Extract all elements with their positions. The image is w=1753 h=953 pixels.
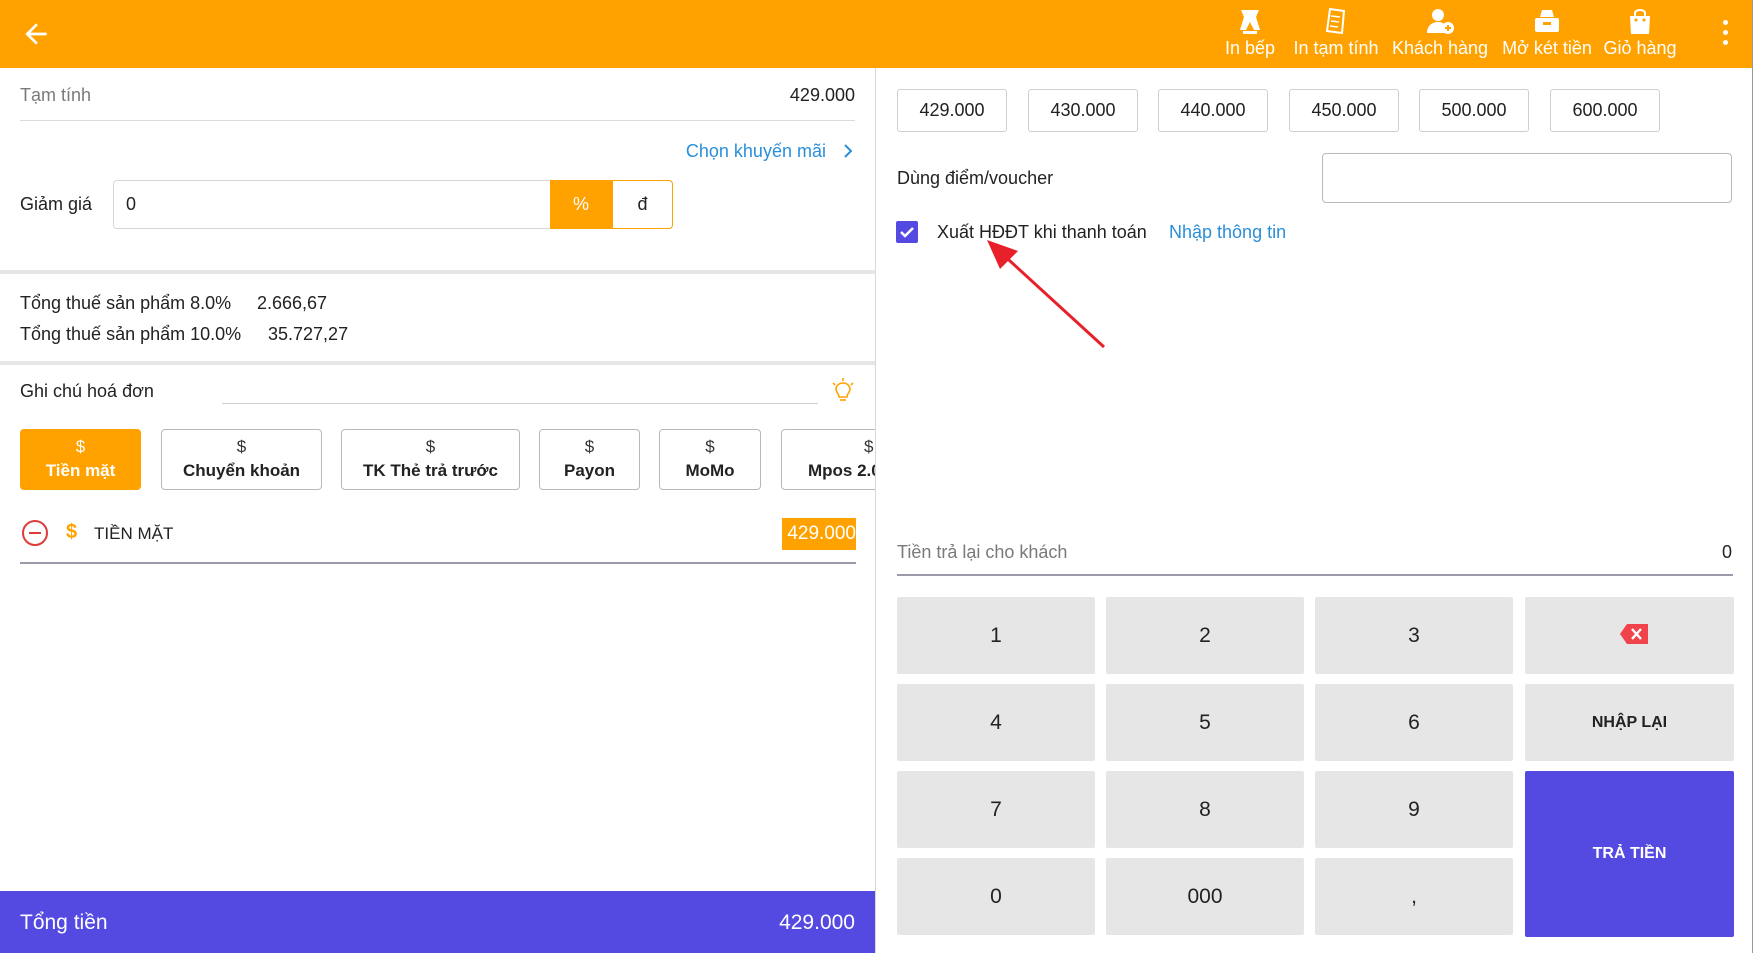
section-divider <box>0 270 875 274</box>
payment-method-label: Payon <box>563 461 616 480</box>
print-kitchen-button[interactable]: In bếp <box>1222 6 1278 64</box>
keypad-1[interactable]: 1 <box>897 597 1095 674</box>
discount-input[interactable] <box>113 180 550 229</box>
cash-drawer-icon <box>1535 10 1559 32</box>
subtotal-label: Tạm tính <box>20 85 92 105</box>
open-cash-drawer-label: Mở két tiền <box>1502 38 1592 58</box>
dollar-icon: $ <box>236 437 247 456</box>
payment-method-label: Tiền mặt <box>45 461 116 480</box>
keypad-6[interactable]: 6 <box>1315 684 1513 761</box>
keypad-0[interactable]: 0 <box>897 858 1095 935</box>
payment-method-prepaid-card[interactable]: $ TK Thẻ trả trước <box>341 429 520 490</box>
dollar-icon: $ <box>584 437 595 456</box>
discount-label: Giảm giá <box>20 194 93 214</box>
einvoice-checkbox[interactable] <box>896 221 918 243</box>
discount-percent-toggle[interactable]: % <box>550 180 612 229</box>
pay-button[interactable]: TRẢ TIỀN <box>1525 771 1734 937</box>
quick-amount-button[interactable]: 600.000 <box>1550 89 1660 132</box>
payment-method-cash[interactable]: $ Tiền mặt <box>20 429 141 490</box>
voucher-label: Dùng điểm/voucher <box>897 168 1054 188</box>
customer-label: Khách hàng <box>1391 38 1489 58</box>
change-label: Tiền trả lại cho khách <box>897 542 1068 562</box>
top-bar: In bếp In tạm tính Khách hàng Mở két tiề… <box>0 0 1753 68</box>
choose-promotion-label: Chọn khuyến mãi <box>685 141 826 161</box>
payment-panel: 429.000 430.000 440.000 450.000 500.000 … <box>875 68 1752 953</box>
total-value: 429.000 <box>779 911 855 934</box>
quick-amount-button[interactable]: 440.000 <box>1158 89 1268 132</box>
subtotal-value: 429.000 <box>789 85 855 105</box>
order-summary-panel: Tạm tính 429.000 Chọn khuyến mãi Giảm gi… <box>0 68 891 953</box>
reset-button[interactable]: NHẬP LẠI <box>1525 684 1734 761</box>
payment-method-label: Mpos 2.0 <box>808 461 881 480</box>
quick-amount-button[interactable]: 430.000 <box>1028 89 1138 132</box>
print-draft-label: In tạm tính <box>1293 38 1379 58</box>
shopping-bag-icon <box>1630 9 1650 34</box>
dollar-icon: $ <box>705 437 715 456</box>
payment-method-label: MoMo <box>685 461 735 480</box>
payment-method-momo[interactable]: $ MoMo <box>659 429 761 490</box>
quick-amount-button[interactable]: 500.000 <box>1419 89 1529 132</box>
keypad-2[interactable]: 2 <box>1106 597 1304 674</box>
divider <box>20 120 855 121</box>
tax-8-label: Tổng thuế sản phẩm 8.0% <box>20 293 232 313</box>
selected-payment-name: TIỀN MẶT <box>94 524 174 543</box>
dollar-icon: $ <box>75 437 86 456</box>
payment-method-label: Chuyển khoản <box>182 461 301 480</box>
total-label: Tổng tiền <box>20 911 108 934</box>
dollar-icon: $ <box>66 521 78 543</box>
amount-underline <box>20 562 856 564</box>
chevron-right-icon <box>844 144 853 158</box>
quick-amount-button[interactable]: 429.000 <box>897 89 1007 132</box>
change-underline <box>897 574 1733 576</box>
choose-promotion-link[interactable]: Chọn khuyến mãi <box>686 141 855 162</box>
keypad-3[interactable]: 3 <box>1315 597 1513 674</box>
invoice-note-input[interactable] <box>222 403 818 404</box>
check-icon <box>900 227 914 238</box>
chef-icon <box>1240 10 1260 34</box>
add-user-icon <box>1427 9 1454 34</box>
backspace-icon <box>1620 624 1648 644</box>
dollar-icon: $ <box>425 437 436 456</box>
keypad-5[interactable]: 5 <box>1106 684 1304 761</box>
keypad-7[interactable]: 7 <box>897 771 1095 848</box>
keypad-4[interactable]: 4 <box>897 684 1095 761</box>
keypad-8[interactable]: 8 <box>1106 771 1304 848</box>
annotation-arrow <box>987 240 1106 349</box>
section-divider <box>0 361 875 365</box>
tax-10-label: Tổng thuế sản phẩm 10.0% <box>20 324 242 344</box>
discount-currency-toggle[interactable]: đ <box>612 180 673 229</box>
invoice-note-label: Ghi chú hoá đơn <box>20 381 154 401</box>
payment-method-transfer[interactable]: $ Chuyển khoản <box>161 429 322 490</box>
quick-amount-button[interactable]: 450.000 <box>1289 89 1399 132</box>
cart-label: Giỏ hàng <box>1603 38 1677 58</box>
remove-payment-icon[interactable] <box>22 520 48 546</box>
print-draft-button[interactable]: In tạm tính <box>1290 6 1382 64</box>
payment-method-label: TK Thẻ trả trước <box>363 461 498 480</box>
kebab-menu-icon[interactable] <box>1721 20 1729 50</box>
open-cash-drawer-button[interactable]: Mở két tiền <box>1500 6 1594 64</box>
receipt-icon <box>1325 7 1346 35</box>
lightbulb-icon[interactable] <box>831 378 855 404</box>
total-bar: Tổng tiền 429.000 <box>0 891 875 953</box>
tax-8-value: 2.666,67 <box>257 293 328 313</box>
keypad-000[interactable]: 000 <box>1106 858 1304 935</box>
selected-payment-amount[interactable]: 429.000 <box>782 518 856 550</box>
einvoice-info-link[interactable]: Nhập thông tin <box>1169 222 1286 243</box>
voucher-input[interactable] <box>1322 153 1732 203</box>
keypad-comma[interactable]: , <box>1315 858 1513 935</box>
arrow-left-icon[interactable] <box>20 18 52 50</box>
keypad-9[interactable]: 9 <box>1315 771 1513 848</box>
customer-button[interactable]: Khách hàng <box>1390 6 1490 64</box>
cart-button[interactable]: Giỏ hàng <box>1602 6 1678 64</box>
print-kitchen-label: In bếp <box>1224 38 1276 58</box>
change-value: 0 <box>1721 542 1732 562</box>
payment-method-payon[interactable]: $ Payon <box>539 429 640 490</box>
tax-10-value: 35.727,27 <box>268 324 349 344</box>
